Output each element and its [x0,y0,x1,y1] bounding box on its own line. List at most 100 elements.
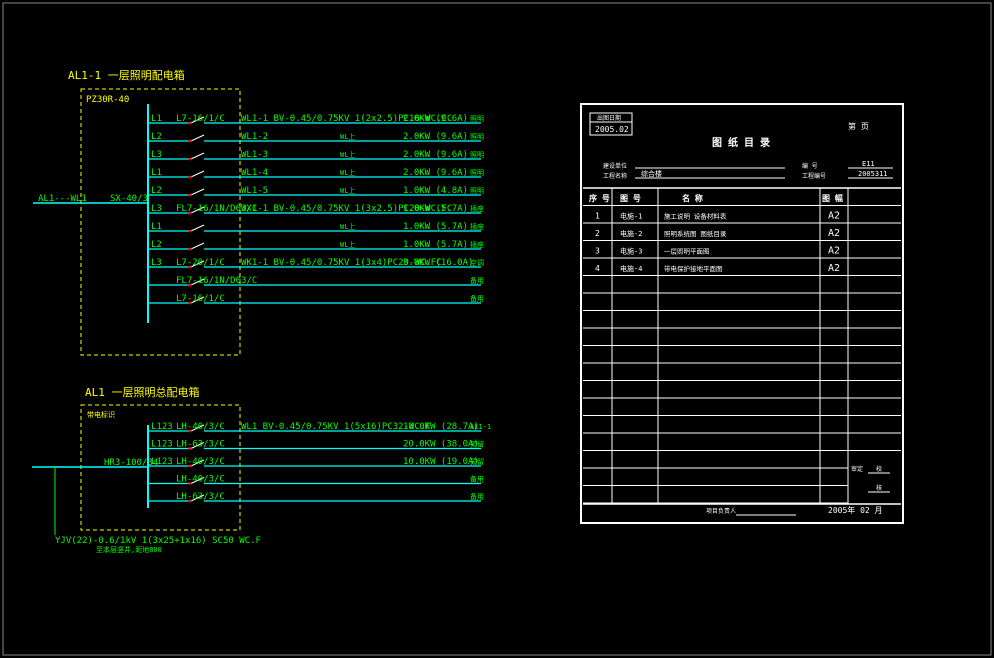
panel1-circuit-phase: L2 [151,186,162,196]
panel1-circuit-use: 照明 [470,115,484,123]
footer-date: 2005年 02 月 [828,505,883,515]
panel2-circuit-phase: L123 [151,440,173,450]
panel1-circuit-dup-mark: WL上 [340,240,355,249]
panel1-circuit-dup-mark: WL上 [340,150,355,159]
panel2-circuit-breaker: LH-63/3/C [176,440,225,450]
panel1-circuit-load: 1.0KW (4.8A) [403,186,468,196]
panel1-circuit-switch-node [188,247,192,251]
row-name: 一层照明平面图 [664,248,710,256]
panel2-circuit-breaker: LH-40/3/C [176,475,225,485]
panel1-circuit-load: 1.0KW (5.7A) [403,240,468,250]
panel1-circuit-switch-node [188,229,192,233]
panel1-circuit-use: 照明 [470,169,484,177]
panel2-title: AL1 一层照明总配电箱 [85,385,200,399]
canvas-background [0,0,994,658]
panel1-circuit-use: 备用 [470,276,484,285]
panel1-circuit-switch-node [188,193,192,197]
panel1-title: AL1-1 一层照明配电箱 [68,68,185,82]
panel1-circuit-breaker: L7-16/1/C [176,294,225,304]
row-code: 电施-4 [620,264,642,273]
row-number: 1 [595,212,600,221]
panel1-circuit-phase: L3 [151,258,162,268]
panel1-circuit-use: 照明 [470,187,484,195]
panel1-circuit-phase: L3 [151,150,162,160]
side-label-approve: 审定 [851,465,863,473]
panel1-circuit-load: 1.0KW (5.7A) [403,222,468,232]
panel1-circuit-load: 1.0KW (5.7A) [403,204,468,214]
panel1-circuit-dup-mark: WL上 [340,186,355,195]
cad-drawing-canvas: AL1-1 一层照明配电箱 PZ30R-40 AL1---WL1 SX-40/3… [0,0,994,658]
panel1-incoming-label: AL1---WL1 [38,194,87,204]
proj-no-label: 工程编号 [802,172,826,180]
panel1-circuit-use: 备用 [470,294,484,303]
panel1-circuit-load: 2.0KW (9.6A) [403,168,468,178]
panel2-circuit-breaker: LH-40/3/C [176,422,225,432]
project-label: 工程名称 [603,172,627,180]
row-code: 电施-3 [620,247,642,256]
row-name: 照明系统图 图纸目录 [664,229,727,238]
panel1-circuit-dup-mark: WL上 [340,132,355,141]
panel2-circuit-breaker: LH-40/3/C [176,457,225,467]
panel2-circuit-phase: L123 [151,422,173,432]
panel1-circuit-breaker: L7-16/1/C [176,114,225,124]
table-header: 序 号 [589,193,610,203]
no-label: 编 号 [802,162,818,170]
row-name: 带电保护接地平面图 [664,264,723,273]
panel2-circuit-use: 备用 [470,475,484,484]
row-code: 电施-1 [620,212,642,221]
panel2-incoming-cable: YJV(22)-0.6/1kV 1(3x25+1x16) SC50 WC.F [55,536,261,546]
date-value: 2005.02 [595,125,629,134]
panel1-main-switch: SX-40/3 [110,194,148,204]
panel1-circuit-load: 2.0KW (9.6A) [403,132,468,142]
panel1-circuit-cable: WL1-2 [241,132,268,142]
panel1-circuit-use: 插座 [470,222,484,231]
panel1-circuit-use: 照明 [470,151,484,159]
panel2-circuit-use: AL1-1 [470,423,491,431]
panel2-circuit-load: 18.0KW (28.7A) [403,422,479,432]
side-label-check: 校 [876,465,882,473]
table-header: 图 幅 [822,193,843,203]
panel1-circuit-cable: WL1-4 [241,168,268,178]
table-header: 名 称 [682,193,703,203]
footer-label: 项目负责人 [706,507,736,515]
row-size: A2 [828,246,840,257]
page-label: 第 页 [848,121,869,131]
panel2-circuit-use: 备用 [470,492,484,501]
proj-no-value: 2005311 [858,170,888,178]
row-size: A2 [828,211,840,222]
panel1-circuit-cable: WL1-3 [241,150,268,160]
panel2-circuit-phase: L123 [151,457,173,467]
panel1-circuit-use: 照明 [470,133,484,141]
panel2-circuit-use: 预留 [470,440,484,449]
panel1-circuit-phase: L2 [151,132,162,142]
no-value: E11 [862,160,875,168]
project-value: 综合楼 [641,169,662,178]
panel1-circuit-breaker: FL7-16/1N/D03/C [176,276,257,286]
panel1-breaker-label: PZ30R-40 [86,95,129,105]
row-name: 施工说明 设备材料表 [664,212,727,221]
row-size: A2 [828,263,840,274]
row-number: 3 [595,247,600,256]
panel2-circuit-load: 20.0KW (38.0A) [403,440,479,450]
side-label-review: 核 [876,484,882,492]
panel2-circuit-use: 预留 [470,457,484,466]
panel1-circuit-use: 空调 [470,258,484,267]
row-code: 电施-2 [620,229,642,238]
row-size: A2 [828,228,840,239]
panel1-circuit-cable: WL1-5 [241,186,268,196]
row-number: 4 [595,264,600,273]
sheet-title: 图 纸 目 录 [712,136,770,149]
panel1-circuit-phase: L1 [151,168,162,178]
client-label: 建设单位 [603,162,627,170]
panel1-circuit-use: 插座 [470,204,484,213]
panel1-circuit-use: 插座 [470,240,484,249]
date-label: 出图日期 [597,114,621,122]
panel1-circuit-phase: L2 [151,240,162,250]
panel1-circuit-dup-mark: WL上 [340,222,355,231]
panel1-circuit-dup-mark: WL上 [340,168,355,177]
panel2-circuit-breaker: LH-63/3/C [176,492,225,502]
panel1-circuit-load: 3.0KW (16.0A) [403,258,473,268]
panel1-circuit-phase: L1 [151,222,162,232]
panel1-circuit-breaker: L7-20/1/C [176,258,225,268]
panel1-circuit-load: 2.0KW (9.6A) [403,114,468,124]
